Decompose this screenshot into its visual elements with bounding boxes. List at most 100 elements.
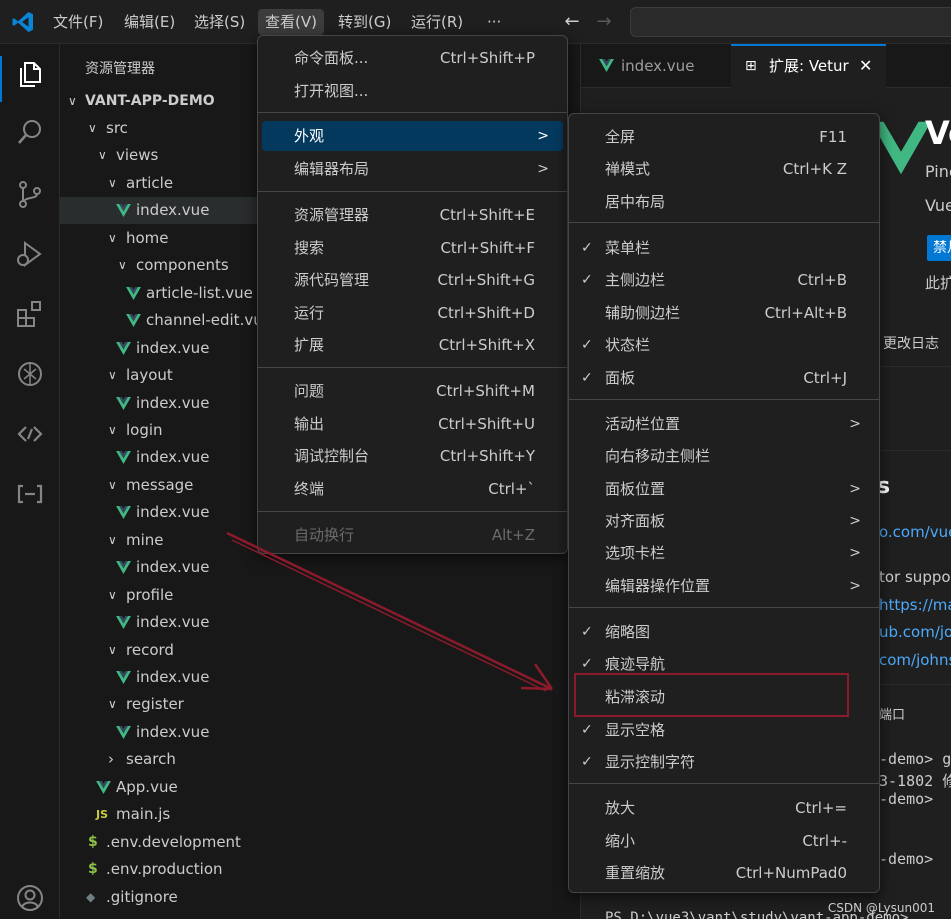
tree-item-label: components xyxy=(136,256,229,275)
chatgpt-icon[interactable] xyxy=(14,358,46,390)
explorer-icon[interactable] xyxy=(14,58,46,90)
appearance-menu-item[interactable]: 活动栏位置 > xyxy=(573,409,875,439)
tree-item-label: main.js xyxy=(116,805,171,824)
chevron-down-icon: ∨ xyxy=(108,642,117,657)
view-menu-item[interactable]: 外观 > xyxy=(262,121,563,151)
appearance-menu-item[interactable]: 居中布局 xyxy=(573,187,875,217)
view-menu-item[interactable]: 扩展 Ctrl+Shift+X xyxy=(262,330,563,360)
tree-folder[interactable]: ∨ register xyxy=(60,691,580,718)
menu-file[interactable]: 文件(F) xyxy=(46,9,110,35)
readme-link-fragment[interactable]: https://ma xyxy=(879,596,951,614)
tree-file[interactable]: JS main.js xyxy=(60,801,580,828)
view-menu-item[interactable]: 运行 Ctrl+Shift+D xyxy=(262,298,563,328)
tree-folder[interactable]: ∨ profile xyxy=(60,582,580,609)
view-menu-item[interactable]: 命令面板... Ctrl+Shift+P xyxy=(262,43,563,73)
appearance-menu-item[interactable]: 全屏 F11 xyxy=(573,122,875,152)
vetur-logo-icon xyxy=(871,121,931,175)
menu-run[interactable]: 运行(R) xyxy=(404,9,470,35)
tree-folder[interactable]: ∨ record xyxy=(60,637,580,664)
tree-file[interactable]: $ .env.development xyxy=(60,829,580,856)
tree-item-label: layout xyxy=(126,366,173,385)
appearance-menu-item[interactable]: ✓ 缩略图 xyxy=(573,617,875,647)
appearance-menu-item[interactable]: 辅助侧边栏 Ctrl+Alt+B xyxy=(573,298,875,328)
menu-edit[interactable]: 编辑(E) xyxy=(117,9,182,35)
view-menu-item[interactable]: 终端 Ctrl+` xyxy=(262,474,563,504)
close-icon[interactable]: ✕ xyxy=(859,46,872,86)
appearance-menu-item[interactable]: ✓ 显示空格 xyxy=(573,715,875,745)
appearance-menu-item[interactable]: 向右移动主侧栏 xyxy=(573,441,875,471)
tree-file[interactable]: index.vue xyxy=(60,664,580,691)
forward-arrow-icon[interactable]: → xyxy=(592,9,616,35)
view-menu-item[interactable]: 问题 Ctrl+Shift+M xyxy=(262,376,563,406)
ports-tab[interactable]: 端口 xyxy=(879,704,905,723)
tree-file[interactable]: index.vue xyxy=(60,609,580,636)
changelog-tab[interactable]: 更改日志 xyxy=(883,333,939,353)
back-arrow-icon[interactable]: ← xyxy=(560,9,584,35)
readme-link-fragment[interactable]: ub.com/jo xyxy=(879,623,951,641)
readme-text-fragment: tor suppo xyxy=(879,568,951,586)
view-menu-item[interactable]: 打开视图... xyxy=(262,76,563,106)
tab-extension-vetur[interactable]: ⊞ 扩展: Vetur ✕ xyxy=(731,44,886,88)
extensions-icon[interactable] xyxy=(14,298,46,330)
run-debug-icon[interactable] xyxy=(14,238,46,270)
tree-file[interactable]: index.vue xyxy=(60,554,580,581)
command-center-search[interactable] xyxy=(630,7,951,37)
tree-file[interactable]: ◆ .gitignore xyxy=(60,884,580,911)
appearance-menu-item[interactable]: 粘滞滚动 xyxy=(573,682,875,712)
view-menu: 命令面板... Ctrl+Shift+P 打开视图... 外观 > 编辑器布局 > 资源管理器… xyxy=(257,35,568,554)
tree-item-label: register xyxy=(126,695,184,714)
menu-view[interactable]: 查看(V) xyxy=(258,9,324,35)
tree-item-label: .env.production xyxy=(106,860,223,879)
appearance-menu-item[interactable]: 编辑器操作位置 > xyxy=(573,571,875,601)
appearance-menu-item[interactable]: 重置缩放 Ctrl+NumPad0 xyxy=(573,858,875,888)
appearance-menu-item[interactable]: ✓ 痕迹导航 xyxy=(573,649,875,679)
appearance-menu-item[interactable]: ✓ 状态栏 xyxy=(573,330,875,360)
source-control-icon[interactable] xyxy=(14,178,46,210)
readme-link-fragment[interactable]: o.com/vuej xyxy=(879,523,951,541)
tree-file[interactable]: App.vue xyxy=(60,774,580,801)
search-icon[interactable] xyxy=(14,116,46,148)
chevron-down-icon: ∨ xyxy=(108,175,117,190)
view-menu-item[interactable]: 编辑器布局 > xyxy=(262,154,563,184)
view-menu-item[interactable]: 调试控制台 Ctrl+Shift+Y xyxy=(262,441,563,471)
appearance-menu-item[interactable]: 选项卡栏 > xyxy=(573,538,875,568)
tab-bar: index.vue ⊞ 扩展: Vetur ✕ xyxy=(581,44,951,88)
appearance-menu-item[interactable]: 缩小 Ctrl+- xyxy=(573,826,875,856)
chevron-right-icon: > xyxy=(849,578,861,594)
appearance-menu-item[interactable]: ✓ 显示控制字符 xyxy=(573,747,875,777)
tree-file[interactable]: index.vue xyxy=(60,719,580,746)
view-menu-item[interactable]: 搜索 Ctrl+Shift+F xyxy=(262,233,563,263)
tree-item-label: article-list.vue xyxy=(146,283,253,302)
tree-item-label: index.vue xyxy=(136,668,210,686)
panel-toggle-icon[interactable] xyxy=(14,478,46,510)
chevron-down-icon: ∨ xyxy=(88,121,97,135)
vue-file-icon xyxy=(116,204,131,218)
menu-go[interactable]: 转到(G) xyxy=(331,9,398,35)
appearance-menu-item[interactable]: ✓ 菜单栏 xyxy=(573,233,875,263)
appearance-menu-item[interactable]: 放大 Ctrl+= xyxy=(573,793,875,823)
view-menu-item[interactable]: 资源管理器 Ctrl+Shift+E xyxy=(262,200,563,230)
menu-more[interactable]: ··· xyxy=(480,9,508,35)
menu-separator xyxy=(569,783,879,784)
chevron-down-icon: ∨ xyxy=(108,477,117,492)
chevron-down-icon: ∨ xyxy=(118,258,127,273)
menu-selection[interactable]: 选择(S) xyxy=(187,9,252,35)
appearance-menu-item[interactable]: ✓ 主侧边栏 Ctrl+B xyxy=(573,265,875,295)
view-menu-item[interactable]: 源代码管理 Ctrl+Shift+G xyxy=(262,265,563,295)
sidebar-title: 资源管理器 xyxy=(85,61,155,77)
appearance-menu-item[interactable]: 禅模式 Ctrl+K Z xyxy=(573,154,875,184)
view-menu-item: 自动换行 Alt+Z xyxy=(294,526,535,544)
readme-link-fragment[interactable]: com/johns xyxy=(879,651,951,669)
appearance-menu-item[interactable]: 面板位置 > xyxy=(573,474,875,504)
tree-folder[interactable]: › search xyxy=(60,746,580,773)
disable-button[interactable]: 禁月 xyxy=(927,235,951,261)
account-icon[interactable] xyxy=(14,882,46,914)
tree-file[interactable]: $ .env.production xyxy=(60,856,580,883)
chevron-down-icon: ∨ xyxy=(108,368,117,383)
appearance-menu-item[interactable]: ✓ 面板 Ctrl+J xyxy=(573,363,875,393)
remote-icon[interactable] xyxy=(14,418,46,450)
appearance-menu-item[interactable]: 对齐面板 > xyxy=(573,506,875,536)
terminal-line: -demo> xyxy=(879,850,934,868)
view-menu-item[interactable]: 输出 Ctrl+Shift+U xyxy=(262,409,563,439)
check-icon: ✓ xyxy=(581,370,593,386)
